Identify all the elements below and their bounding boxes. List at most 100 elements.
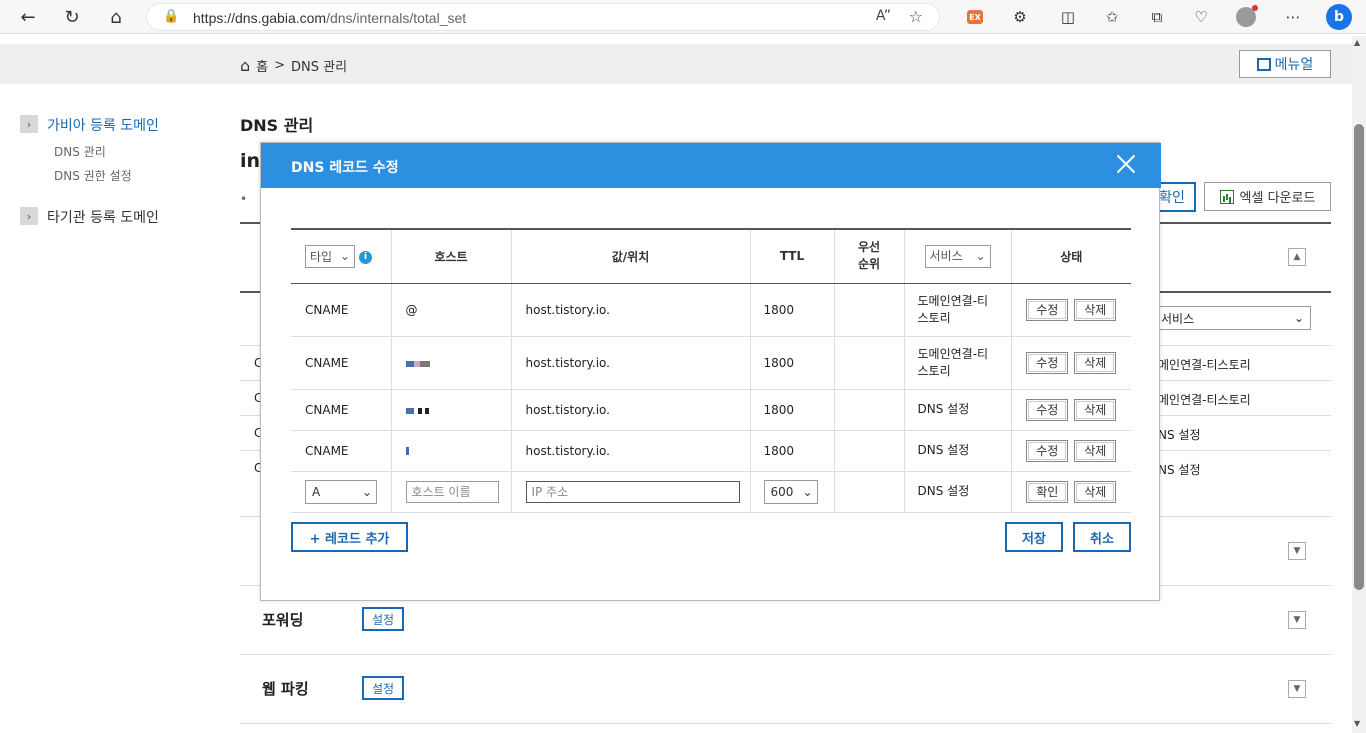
extensions-puzzle-icon[interactable]: ⚙ — [1009, 6, 1031, 28]
edit-button[interactable]: 수정 — [1026, 398, 1069, 421]
favorite-star-icon[interactable]: ☆ — [909, 7, 923, 26]
collections-icon[interactable]: ⧉ — [1146, 6, 1168, 28]
home-outline-icon[interactable]: ⌂ — [240, 56, 250, 75]
record-host: @ — [390, 283, 511, 337]
save-button[interactable]: 저장 — [1005, 522, 1063, 552]
forwarding-setting-button[interactable]: 설정 — [362, 607, 404, 631]
table-row: CNAME @ host.tistory.io. 1800 도메인연결-티 스토리… — [291, 283, 1131, 337]
priority-line2: 순위 — [857, 257, 881, 272]
chevron-down-icon: ⌄ — [339, 249, 350, 264]
record-priority — [833, 389, 904, 431]
chevron-up-icon[interactable]: ▲ — [1288, 248, 1306, 266]
chevron-right-icon[interactable]: › — [20, 115, 38, 133]
address-bar[interactable]: 🔒 https://dns.gabia.com/dns/internals/to… — [146, 3, 940, 31]
new-record-type-cell: A ⌄ — [291, 471, 391, 513]
edit-button[interactable]: 수정 — [1026, 439, 1069, 462]
record-value: host.tistory.io. — [510, 283, 750, 337]
scroll-down-arrow-icon[interactable]: ▼ — [1354, 719, 1360, 728]
ttl-select[interactable]: 600 ⌄ — [763, 479, 818, 504]
record-host-redacted — [390, 336, 511, 390]
web-parking-section-title: 웹 파킹 — [262, 680, 309, 698]
refresh-icon[interactable]: ↻ — [59, 5, 85, 29]
record-priority — [833, 336, 904, 390]
column-status: 상태 — [1010, 228, 1131, 284]
sidebar-item-dns-manage[interactable]: DNS 관리 — [54, 143, 106, 160]
confirm-button[interactable]: 확인 — [1026, 480, 1069, 503]
record-ttl: 1800 — [749, 430, 834, 472]
record-type-select[interactable]: A ⌄ — [305, 479, 377, 504]
sidebar-section-gabia-domains[interactable]: 가비아 등록 도메인 — [47, 115, 159, 135]
chevron-down-icon[interactable]: ▼ — [1288, 542, 1306, 560]
web-parking-setting-button[interactable]: 설정 — [362, 676, 404, 700]
new-record-priority-cell — [833, 471, 904, 513]
record-value: host.tistory.io. — [510, 336, 750, 390]
sidebar-item-dns-permission[interactable]: DNS 권한 설정 — [54, 167, 132, 184]
divider — [240, 723, 1331, 724]
edit-button[interactable]: 수정 — [1026, 351, 1069, 374]
delete-button[interactable]: 삭제 — [1074, 298, 1117, 321]
host-name-input[interactable]: 호스트 이름 — [405, 480, 499, 503]
bing-copilot-icon[interactable]: b — [1326, 4, 1352, 30]
service-line1: 도메인연결-티 — [917, 346, 989, 361]
sidebar-section-other-domains[interactable]: 타기관 등록 도메인 — [47, 207, 159, 227]
page-title: DNS 관리 — [240, 116, 314, 135]
cancel-button[interactable]: 취소 — [1073, 522, 1131, 552]
close-icon[interactable] — [1115, 153, 1137, 175]
service-filter-select[interactable]: 서비스 ⌄ — [924, 244, 991, 268]
delete-button[interactable]: 삭제 — [1074, 398, 1117, 421]
url-text: https://dns.gabia.com/dns/internals/tota… — [193, 10, 467, 26]
column-type: 타입 ⌄ i — [291, 228, 391, 284]
chevron-down-icon[interactable]: ▼ — [1288, 611, 1306, 629]
ip-address-input[interactable]: IP 주소 — [525, 480, 740, 503]
priority-line1: 우선 — [857, 240, 881, 255]
record-host-redacted — [390, 430, 511, 472]
browser-essentials-icon[interactable]: ♡ — [1190, 6, 1212, 28]
scroll-up-arrow-icon[interactable]: ▲ — [1354, 38, 1360, 47]
add-record-button[interactable]: + 레코드 추가 — [291, 522, 408, 552]
edit-button[interactable]: 수정 — [1026, 298, 1069, 321]
new-record-actions: 확인 삭제 — [1010, 471, 1131, 513]
record-priority — [833, 283, 904, 337]
type-filter-select[interactable]: 타입 ⌄ — [305, 244, 355, 268]
column-service: 서비스 ⌄ — [903, 228, 1011, 284]
domain-title-partial: in — [240, 150, 261, 172]
back-arrow-icon[interactable]: ← — [15, 5, 41, 29]
delete-button[interactable]: 삭제 — [1074, 351, 1117, 374]
column-value: 값/위치 — [510, 228, 750, 284]
redacted-host-block — [405, 407, 414, 414]
breadcrumb-home[interactable]: 홈 — [256, 56, 268, 75]
service-filter-select[interactable]: 서비스 ⌄ — [1156, 306, 1311, 330]
excel-download-button[interactable]: 엑셀 다운로드 — [1204, 182, 1331, 211]
chevron-down-icon[interactable]: ▼ — [1288, 680, 1306, 698]
split-screen-icon[interactable]: ◫ — [1057, 6, 1079, 28]
chevron-right-icon[interactable]: › — [20, 207, 38, 225]
delete-button[interactable]: 삭제 — [1074, 439, 1117, 462]
new-record-value-cell: IP 주소 — [510, 471, 750, 513]
delete-button[interactable]: 삭제 — [1074, 480, 1117, 503]
document-icon — [1256, 57, 1271, 71]
favorites-icon[interactable]: ✩ — [1101, 6, 1123, 28]
home-icon[interactable]: ⌂ — [103, 5, 129, 29]
chevron-down-icon: ⌄ — [361, 484, 372, 499]
service-line2: 스토리 — [917, 363, 951, 378]
table-row: CNAME host.tistory.io. 1800 DNS 설정 수정 삭제 — [291, 430, 1131, 472]
bg-row-service: NS 설정 — [1158, 428, 1201, 442]
table-row: CNAME host.tistory.io. 1800 DNS 설정 수정 삭제 — [291, 389, 1131, 431]
more-menu-icon[interactable]: ⋯ — [1282, 6, 1304, 28]
record-service: 도메인연결-티스토리 — [903, 336, 1011, 390]
column-ttl: TTL — [749, 228, 834, 284]
manual-button-label: 메뉴얼 — [1274, 57, 1314, 73]
redacted-host-block — [405, 360, 414, 367]
manual-button[interactable]: 메뉴얼 — [1239, 50, 1331, 78]
table-row: CNAME host.tistory.io. 1800 도메인연결-티 스토리 수… — [291, 336, 1131, 390]
info-icon[interactable]: i — [359, 250, 372, 264]
record-actions: 수정 삭제 — [1010, 389, 1131, 431]
redacted-host-block — [405, 446, 409, 455]
record-service: DNS 설정 — [903, 389, 1011, 431]
scrollbar-thumb[interactable] — [1354, 124, 1364, 590]
extension-ex-icon[interactable]: EX — [967, 10, 983, 24]
new-record-host-cell: 호스트 이름 — [390, 471, 511, 513]
chevron-down-icon: ⌄ — [802, 484, 813, 499]
read-aloud-icon[interactable]: A” — [876, 8, 891, 24]
column-priority: 우선순위 — [833, 228, 904, 284]
